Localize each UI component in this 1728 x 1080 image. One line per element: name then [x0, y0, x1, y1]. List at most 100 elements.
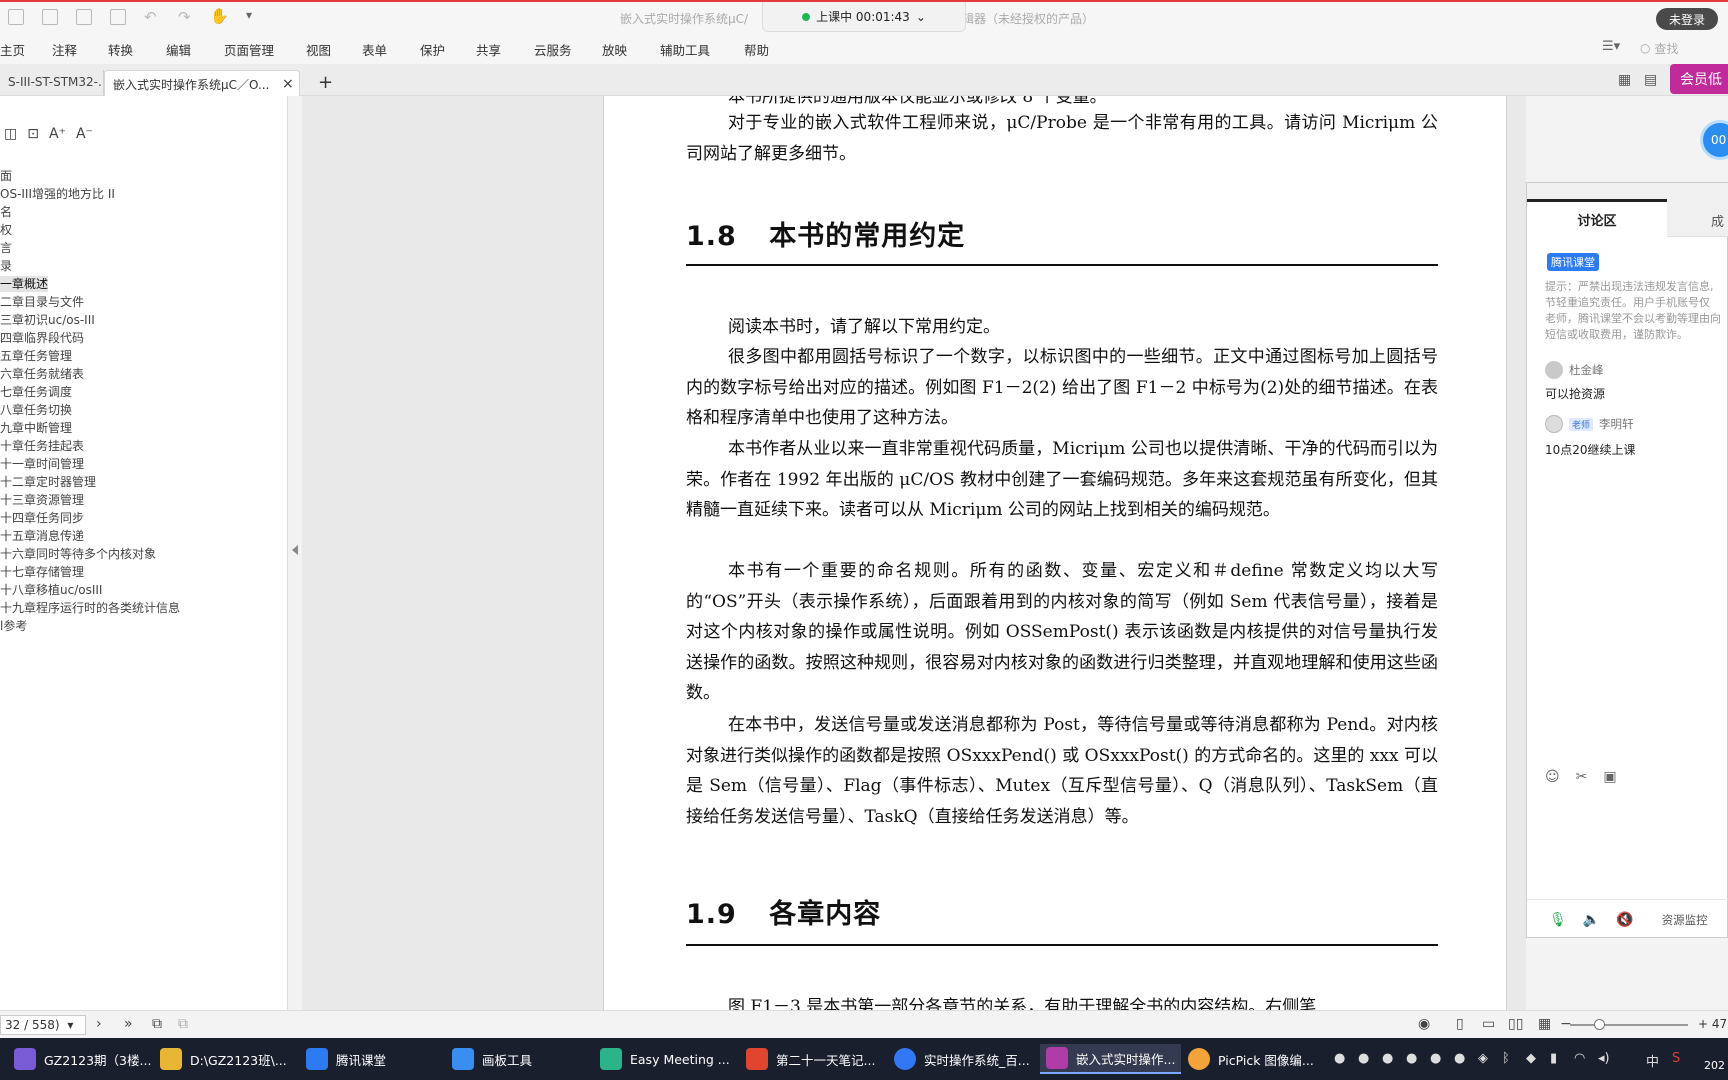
- image-icon[interactable]: ▣: [1603, 769, 1616, 785]
- menu-home[interactable]: 主页: [0, 40, 25, 59]
- layout-icon[interactable]: ▤: [1644, 72, 1657, 88]
- taskbar-item[interactable]: 画板工具: [452, 1044, 532, 1074]
- avatar[interactable]: [1545, 415, 1563, 433]
- outline-item[interactable]: 八章任务切换: [0, 402, 72, 418]
- menu-view[interactable]: 视图: [306, 40, 331, 59]
- resource-monitor-label[interactable]: 资源监控: [1662, 912, 1708, 928]
- tray-icon[interactable]: ◆: [1526, 1051, 1536, 1066]
- taskbar-item[interactable]: 实时操作系统_百...: [894, 1044, 1030, 1074]
- taskbar-item[interactable]: Easy Meeting ...: [600, 1044, 730, 1074]
- battery-icon[interactable]: ▮: [1550, 1051, 1557, 1066]
- grid-pages-icon[interactable]: ▦: [1538, 1016, 1551, 1032]
- ime-indicator[interactable]: 中: [1646, 1051, 1659, 1070]
- outline-item[interactable]: 十九章程序运行时的各类统计信息: [0, 600, 180, 616]
- outline-item[interactable]: 三章初识uc/os-III: [0, 312, 95, 328]
- speaker-icon[interactable]: 🔈: [1583, 912, 1600, 928]
- print-icon[interactable]: [76, 9, 92, 25]
- outline-item[interactable]: 九章中断管理: [0, 420, 72, 436]
- menu-share[interactable]: 共享: [476, 40, 501, 59]
- redo-icon[interactable]: ↷: [178, 8, 191, 26]
- page-number-field[interactable]: 32 / 558) ▾: [0, 1015, 86, 1035]
- taskbar-item[interactable]: PicPick 图像编...: [1188, 1044, 1314, 1074]
- outline-item[interactable]: 二章目录与文件: [0, 294, 84, 310]
- zoom-value[interactable]: + 47.5: [1698, 1017, 1728, 1031]
- outline-item[interactable]: 录: [0, 258, 12, 274]
- outline-item[interactable]: 六章任务就绪表: [0, 366, 84, 382]
- outline-item[interactable]: 十五章消息传递: [0, 528, 84, 544]
- outline-item[interactable]: 七章任务调度: [0, 384, 72, 400]
- outline-item[interactable]: 十三章资源管理: [0, 492, 84, 508]
- collapse-arrow-icon[interactable]: [292, 545, 298, 555]
- bookmark-icon[interactable]: ◫: [4, 126, 17, 142]
- zoom-slider[interactable]: [1570, 1024, 1688, 1026]
- last-page-icon[interactable]: »: [124, 1016, 133, 1032]
- tray-icon[interactable]: ●: [1454, 1051, 1465, 1066]
- taskbar-item-active[interactable]: 嵌入式实时操作...: [1040, 1044, 1182, 1074]
- find-options-icon[interactable]: ☰▾: [1602, 39, 1620, 54]
- search-input[interactable]: ○ 查找: [1640, 38, 1728, 58]
- timer-bubble[interactable]: 00: [1700, 120, 1728, 160]
- outline-item[interactable]: 十八章移植uc/osIII: [0, 582, 102, 598]
- outline-item[interactable]: 十六章同时等待多个内核对象: [0, 546, 156, 562]
- menu-protect[interactable]: 保护: [420, 40, 445, 59]
- menu-convert[interactable]: 转换: [108, 40, 133, 59]
- taskbar-item[interactable]: D:\GZ2123班\...: [160, 1044, 287, 1074]
- outline-item[interactable]: 十章任务挂起表: [0, 438, 84, 454]
- outline-item[interactable]: 四章临界段代码: [0, 330, 84, 346]
- grid-view-icon[interactable]: ▦: [1618, 72, 1631, 88]
- zoom-slider-handle[interactable]: [1594, 1019, 1605, 1030]
- outline-item[interactable]: l参考: [0, 618, 27, 634]
- avatar[interactable]: [1545, 361, 1563, 379]
- outline-item[interactable]: 十一章时间管理: [0, 456, 84, 472]
- login-button[interactable]: 未登录: [1656, 8, 1718, 30]
- export-icon[interactable]: [110, 9, 126, 25]
- menu-form[interactable]: 表单: [362, 40, 387, 59]
- tab-embedded-os-book[interactable]: 嵌入式实时操作系统μC／O...: [104, 70, 300, 96]
- outline-item[interactable]: 五章任务管理: [0, 348, 72, 364]
- font-increase-icon[interactable]: A⁺: [49, 126, 66, 142]
- close-icon[interactable]: ×: [282, 76, 294, 92]
- eye-icon[interactable]: ◉: [1418, 1016, 1430, 1032]
- clock[interactable]: 202: [1704, 1042, 1725, 1074]
- member-button[interactable]: 会员低: [1670, 64, 1728, 94]
- network-icon[interactable]: ◠: [1574, 1051, 1585, 1066]
- two-page-icon[interactable]: ▯▯: [1508, 1016, 1523, 1032]
- outline-item[interactable]: 言: [0, 240, 12, 256]
- copy-page-icon[interactable]: ⧉: [152, 1016, 162, 1032]
- bluetooth-icon[interactable]: ᛒ: [1502, 1051, 1510, 1066]
- menu-cloud[interactable]: 云服务: [534, 40, 572, 59]
- outline-item[interactable]: 面: [0, 168, 12, 184]
- taskbar-item[interactable]: GZ2123期（3楼...: [14, 1044, 151, 1074]
- paste-page-icon[interactable]: ⧉: [178, 1016, 188, 1032]
- menu-annotate[interactable]: 注释: [52, 40, 77, 59]
- outline-item[interactable]: 十四章任务同步: [0, 510, 84, 526]
- volume-icon[interactable]: ◂): [1598, 1051, 1610, 1066]
- menu-accessibility[interactable]: 辅助工具: [660, 40, 710, 59]
- outline-item[interactable]: 权: [0, 222, 12, 238]
- save-icon[interactable]: [42, 9, 58, 25]
- outline-item-selected[interactable]: 一章概述: [0, 276, 49, 292]
- shield-icon[interactable]: ◈: [1478, 1051, 1488, 1066]
- outline-item[interactable]: OS-III增强的地方比 II: [0, 186, 115, 202]
- app-icon[interactable]: [8, 9, 24, 25]
- scissors-icon[interactable]: ✂: [1576, 769, 1588, 785]
- tray-icon[interactable]: ●: [1358, 1051, 1369, 1066]
- menu-page-management[interactable]: 页面管理: [224, 40, 274, 59]
- tray-icon[interactable]: ●: [1430, 1051, 1441, 1066]
- menu-slideshow[interactable]: 放映: [602, 40, 627, 59]
- font-decrease-icon[interactable]: A⁻: [76, 126, 93, 142]
- tab-stm32-document[interactable]: S-III-ST-STM32-...: [0, 70, 104, 96]
- hand-tool-icon[interactable]: ✋: [210, 7, 229, 25]
- menu-help[interactable]: 帮助: [744, 40, 769, 59]
- tray-icon[interactable]: ●: [1334, 1051, 1345, 1066]
- live-class-status[interactable]: 上课中 00:01:43 ⌄: [762, 2, 966, 32]
- outline-item[interactable]: 十七章存储管理: [0, 564, 84, 580]
- tab-members[interactable]: 成: [1711, 211, 1724, 230]
- taskbar-item[interactable]: 第二十一天笔记...: [746, 1044, 875, 1074]
- tray-icon[interactable]: ●: [1406, 1051, 1417, 1066]
- undo-icon[interactable]: ↶: [144, 8, 157, 26]
- bookmark-add-icon[interactable]: ⊡: [27, 126, 39, 142]
- taskbar-item[interactable]: 腾讯课堂: [306, 1044, 386, 1074]
- next-page-icon[interactable]: ›: [96, 1016, 102, 1032]
- tab-discussion[interactable]: 讨论区: [1527, 199, 1667, 237]
